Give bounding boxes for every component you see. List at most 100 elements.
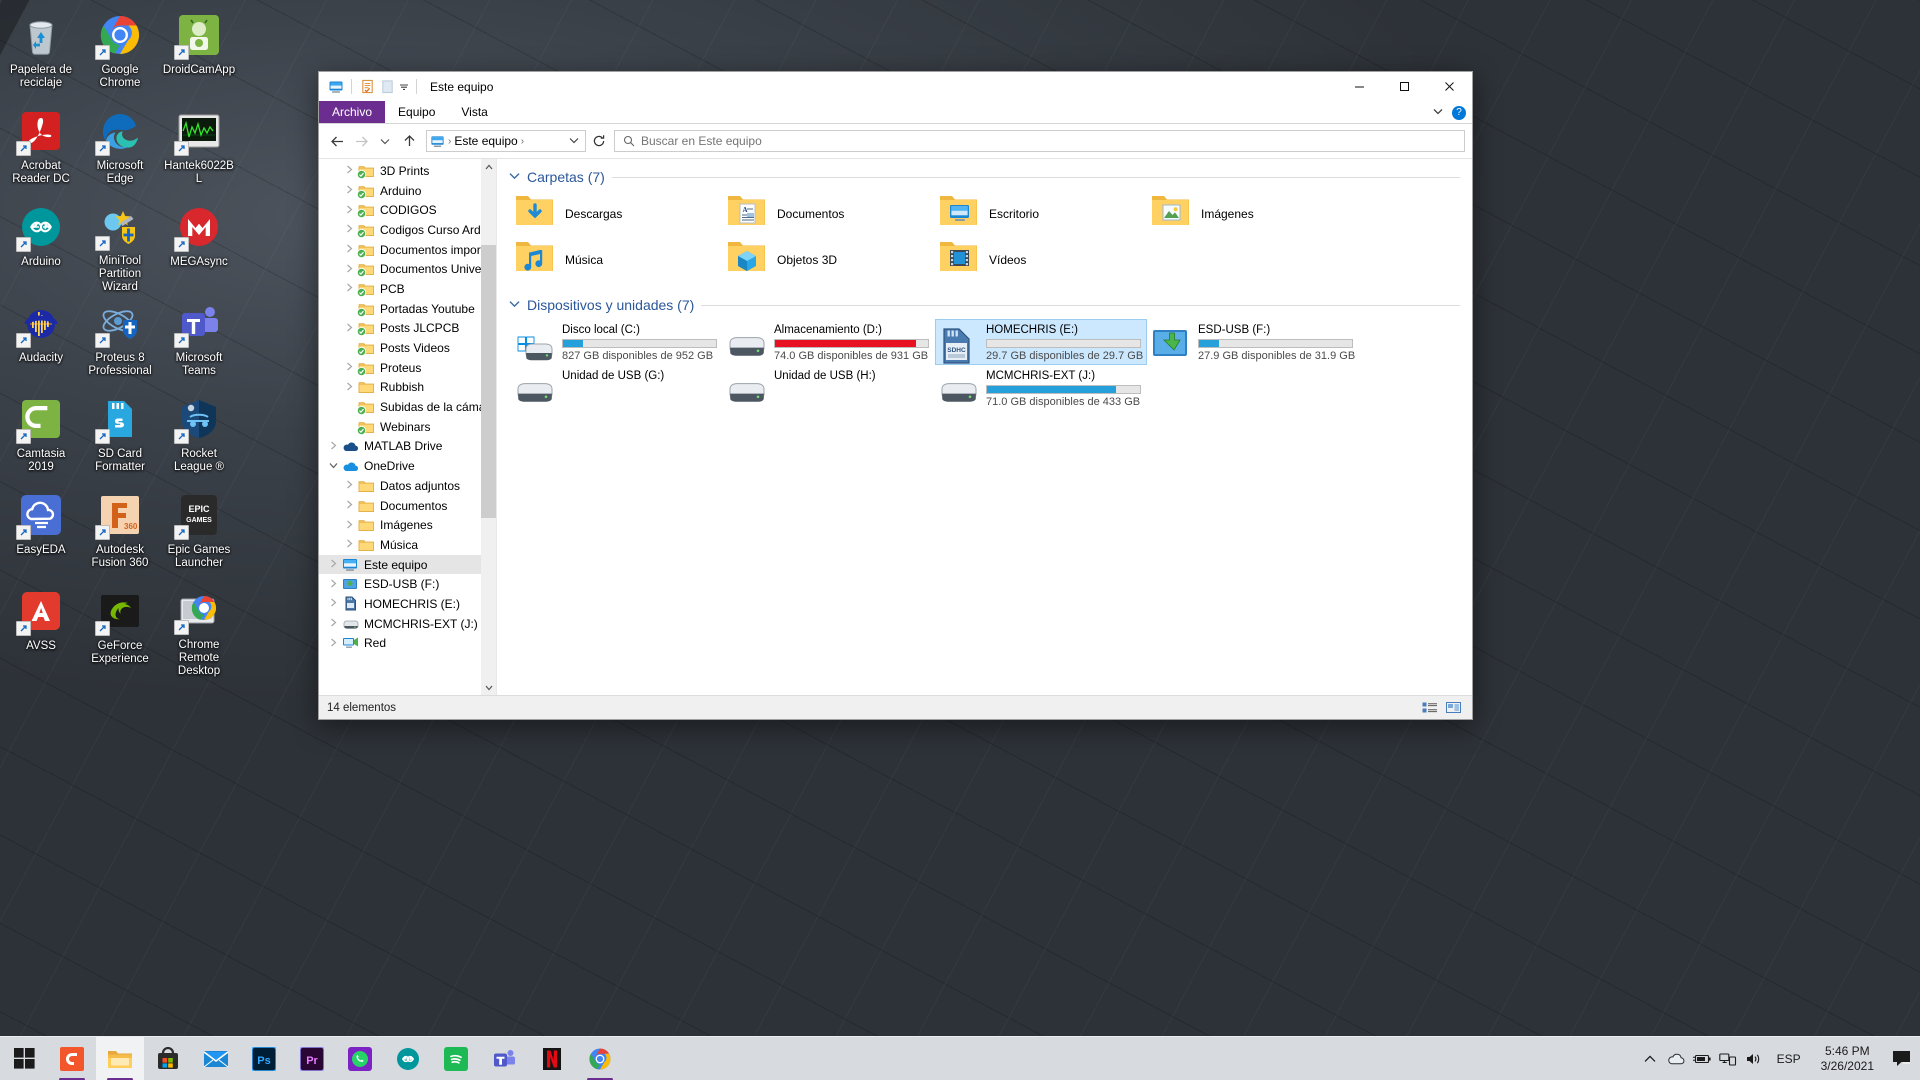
breadcrumb-item-este-equipo[interactable]: Este equipo (454, 134, 517, 148)
tree-twisty-collapsed[interactable] (341, 185, 357, 196)
desktop-icon-chrome-remote-desktop[interactable]: Chrome Remote Desktop (160, 582, 238, 678)
drive-tile-unidad-de-usb-g[interactable]: Unidad de USB (G:) (511, 365, 723, 411)
tree-item-documentos-importantes[interactable]: Documentos importantes (319, 240, 496, 260)
tree-item-subidas-de-la-c-mara[interactable]: Subidas de la cámara (319, 397, 496, 417)
volume-tray-icon[interactable] (1741, 1037, 1767, 1080)
desktop-icon-audacity[interactable]: Audacity (2, 294, 80, 390)
refresh-button[interactable] (588, 129, 610, 153)
maximize-button[interactable] (1382, 72, 1427, 101)
desktop-icon-megasync[interactable]: MEGAsync (160, 198, 238, 294)
desktop-icon-geforce[interactable]: GeForce Experience (81, 582, 159, 678)
tree-twisty-collapsed[interactable] (341, 323, 357, 334)
help-icon[interactable]: ? (1452, 105, 1466, 120)
microsoft-store-taskbar-icon[interactable] (144, 1037, 192, 1080)
folder-tile-objetos-3d[interactable]: Objetos 3D (723, 237, 935, 283)
group-header-dispositivos[interactable]: Dispositivos y unidades (7) (509, 297, 1460, 313)
scrollbar-track[interactable] (481, 174, 496, 680)
tree-item-m-sica[interactable]: Música (319, 535, 496, 555)
recent-locations-button[interactable] (374, 129, 396, 153)
tree-item-mcmchris-ext-j[interactable]: MCMCHRIS-EXT (J:) (319, 614, 496, 634)
desktop-icon-rocket-league[interactable]: Rocket League ® (160, 390, 238, 486)
tree-twisty-collapsed[interactable] (341, 382, 357, 393)
tree-item-homechris-e[interactable]: HOMECHRIS (E:) (319, 594, 496, 614)
tree-item-documentos[interactable]: Documentos (319, 496, 496, 516)
desktop-icon-recycle-bin[interactable]: Papelera de reciclaje (2, 6, 80, 102)
tree-item-arduino[interactable]: Arduino (319, 181, 496, 201)
tree-twisty-collapsed[interactable] (341, 264, 357, 275)
tree-twisty-collapsed[interactable] (325, 579, 341, 590)
chevron-down-icon[interactable] (509, 171, 520, 183)
tree-twisty-collapsed[interactable] (341, 205, 357, 216)
arduino-taskbar-icon[interactable] (384, 1037, 432, 1080)
file-explorer-taskbar-icon[interactable] (96, 1036, 144, 1080)
tree-twisty-collapsed[interactable] (325, 618, 341, 629)
drive-tile-mcmchris-ext-j[interactable]: MCMCHRIS-EXT (J:) 71.0 GB disponibles de … (935, 365, 1147, 411)
desktop-icon-minitool[interactable]: MiniTool Partition Wizard (81, 198, 159, 294)
chrome-taskbar-icon[interactable] (576, 1037, 624, 1080)
tree-twisty-collapsed[interactable] (341, 480, 357, 491)
folder-tile-escritorio[interactable]: Escritorio (935, 191, 1147, 237)
breadcrumb-separator-2[interactable]: › (521, 136, 524, 147)
chevron-up-icon[interactable] (1637, 1037, 1663, 1080)
desktop-icon-camtasia[interactable]: Camtasia 2019 (2, 390, 80, 486)
premiere-taskbar-icon[interactable]: Pr (288, 1037, 336, 1080)
netflix-taskbar-icon[interactable] (528, 1037, 576, 1080)
spotify-taskbar-icon[interactable] (432, 1037, 480, 1080)
desktop-icon-acrobat-reader[interactable]: Acrobat Reader DC (2, 102, 80, 198)
drive-tile-esd-usb-f[interactable]: ESD-USB (F:) 27.9 GB disponibles de 31.9 … (1147, 319, 1359, 365)
camtasia-taskbar-icon[interactable] (48, 1037, 96, 1080)
tree-twisty-collapsed[interactable] (325, 638, 341, 649)
battery-tray-icon[interactable] (1689, 1037, 1715, 1080)
tab-equipo[interactable]: Equipo (385, 101, 448, 123)
tree-item-onedrive[interactable]: OneDrive (319, 456, 496, 476)
tree-item-red[interactable]: Red (319, 634, 496, 654)
language-indicator[interactable]: ESP (1767, 1052, 1811, 1066)
clock[interactable]: 5:46 PM 3/26/2021 (1811, 1044, 1884, 1074)
tree-twisty-collapsed[interactable] (325, 598, 341, 609)
onedrive-tray-icon[interactable] (1663, 1037, 1689, 1080)
large-icons-view-icon[interactable] (1444, 699, 1464, 717)
tree-twisty-collapsed[interactable] (341, 283, 357, 294)
forward-button[interactable] (350, 129, 372, 153)
mail-taskbar-icon[interactable] (192, 1037, 240, 1080)
search-input[interactable] (641, 134, 1464, 148)
folder-tile-descargas[interactable]: Descargas (511, 191, 723, 237)
details-view-icon[interactable] (1420, 699, 1440, 717)
tree-twisty-collapsed[interactable] (325, 559, 341, 570)
scrollbar-thumb[interactable] (481, 244, 496, 519)
tree-twisty-collapsed[interactable] (341, 362, 357, 373)
minimize-button[interactable] (1337, 72, 1382, 101)
tree-item-im-genes[interactable]: Imágenes (319, 515, 496, 535)
drive-tile-disco-local-c[interactable]: Disco local (C:) 827 GB disponibles de 95… (511, 319, 723, 365)
windows-start-icon[interactable] (0, 1037, 48, 1080)
drive-tile-homechris-e[interactable]: SDHC HOMECHRIS (E:) 29.7 GB disponibles de… (935, 319, 1147, 365)
expand-ribbon-icon[interactable] (1433, 107, 1443, 118)
drive-tile-unidad-de-usb-h[interactable]: Unidad de USB (H:) (723, 365, 935, 411)
tree-item-posts-jlcpcb[interactable]: Posts JLCPCB (319, 319, 496, 339)
tree-item-esd-usb-f[interactable]: ESD-USB (F:) (319, 574, 496, 594)
up-button[interactable] (398, 129, 420, 153)
tree-item-pcb[interactable]: PCB (319, 279, 496, 299)
desktop-icon-teams[interactable]: Microsoft Teams (160, 294, 238, 390)
scroll-down-arrow[interactable] (481, 680, 496, 695)
tree-item-portadas-youtube[interactable]: Portadas Youtube (319, 299, 496, 319)
desktop-icon-chrome[interactable]: Google Chrome (81, 6, 159, 102)
address-dropdown-icon[interactable] (569, 136, 582, 147)
back-button[interactable] (326, 129, 348, 153)
tree-item-documentos-universidad[interactable]: Documentos Universidad (319, 259, 496, 279)
desktop-icon-sdcard[interactable]: SD Card Formatter (81, 390, 159, 486)
tab-archivo[interactable]: Archivo (319, 101, 386, 123)
new-folder-icon[interactable] (377, 77, 397, 97)
tree-item-matlab-drive[interactable]: MATLAB Drive (319, 437, 496, 457)
network-tray-icon[interactable] (1715, 1037, 1741, 1080)
tree-twisty-collapsed[interactable] (341, 500, 357, 511)
tree-item-datos-adjuntos[interactable]: Datos adjuntos (319, 476, 496, 496)
tree-item-codigos-curso-arduino[interactable]: Codigos Curso Arduino (319, 220, 496, 240)
tree-item-proteus[interactable]: Proteus (319, 358, 496, 378)
drive-tile-almacenamiento-d[interactable]: Almacenamiento (D:) 74.0 GB disponibles d… (723, 319, 935, 365)
teams-taskbar-icon[interactable] (480, 1037, 528, 1080)
desktop-icon-easyeda[interactable]: EasyEDA (2, 486, 80, 582)
tree-item-webinars[interactable]: Webinars (319, 417, 496, 437)
desktop-icon-droidcam[interactable]: DroidCamApp (160, 6, 238, 102)
group-header-carpetas[interactable]: Carpetas (7) (509, 169, 1460, 185)
